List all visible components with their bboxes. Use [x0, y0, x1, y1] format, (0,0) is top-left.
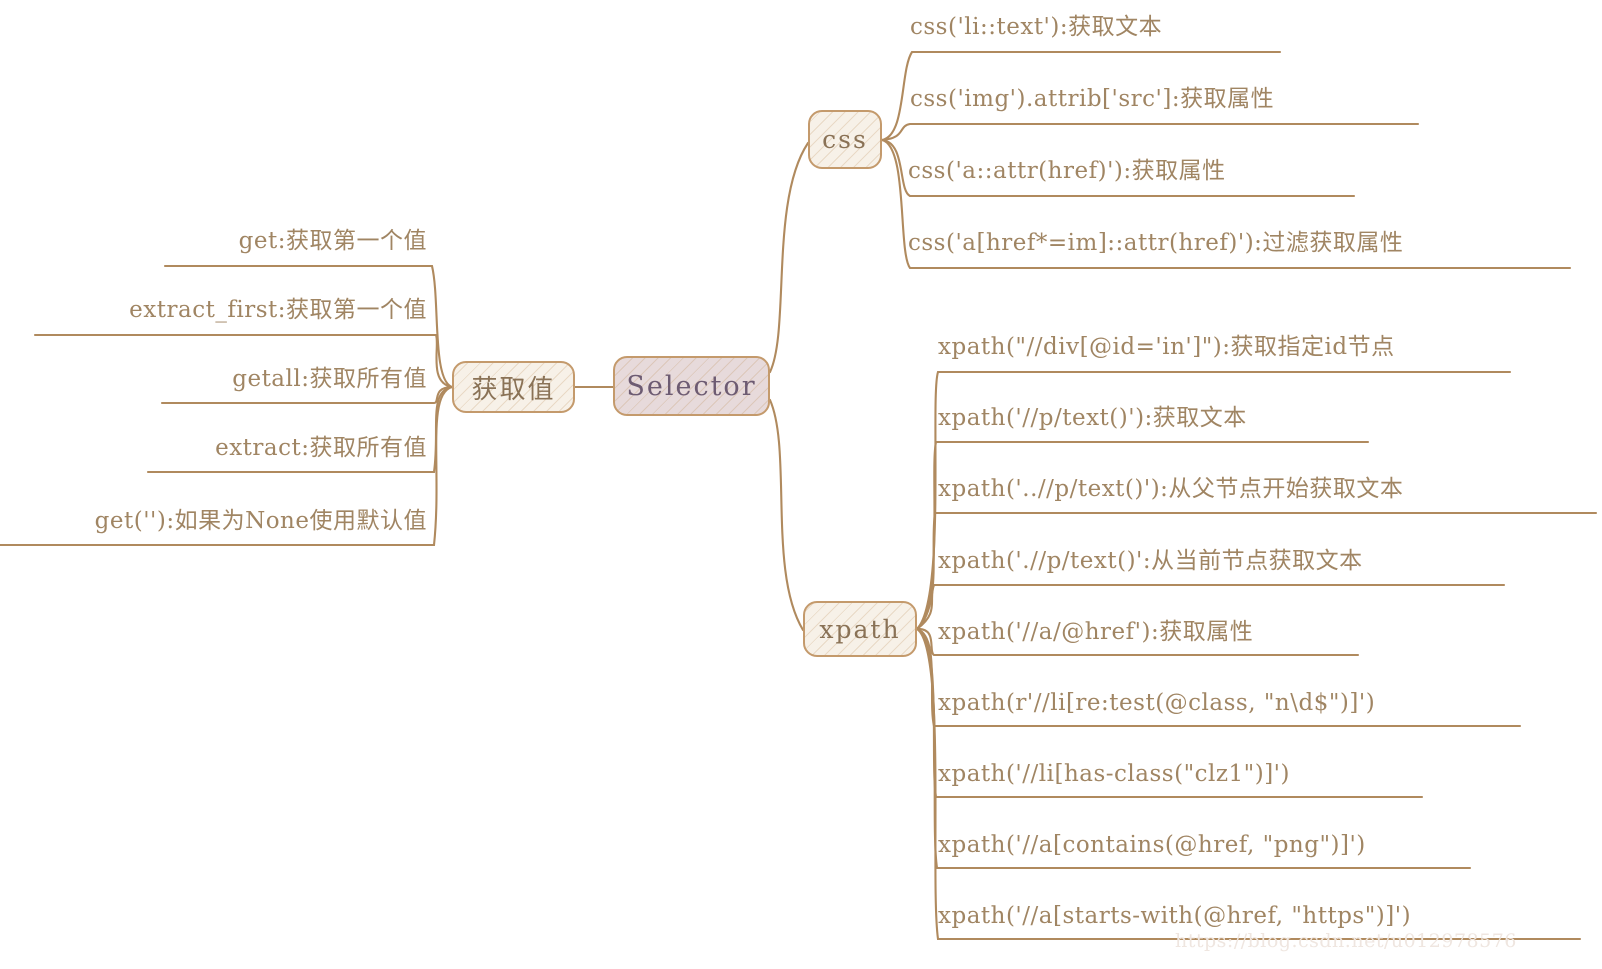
leaf-xpath-6[interactable]: xpath('//li[has-class("clz1")]')	[938, 763, 1290, 786]
leaf-getvalue-1[interactable]: extract_first:获取第一个值	[0, 299, 427, 322]
leaf-getvalue-3[interactable]: extract:获取所有值	[0, 437, 427, 460]
branch-node-getvalue[interactable]: 获取值	[452, 361, 575, 413]
edge-root-to-css	[768, 141, 810, 374]
leaf-xpath-5[interactable]: xpath(r'//li[re:test(@class, "n\d$")]')	[938, 692, 1375, 715]
mindmap-canvas: Selector 获取值 css xpath get:获取第一个值 extrac…	[0, 0, 1602, 969]
edge-root-to-xpath	[768, 398, 805, 632]
leaf-xpath-0[interactable]: xpath("//div[@id='in']"):获取指定id节点	[938, 336, 1395, 359]
leaf-getvalue-2[interactable]: getall:获取所有值	[0, 368, 427, 391]
leaf-xpath-4[interactable]: xpath('//a/@href'):获取属性	[938, 621, 1253, 644]
watermark-text: https://blog.csdn.net/u012978576	[1175, 930, 1517, 952]
edge-css-item-1	[880, 122, 1420, 142]
leaf-xpath-1[interactable]: xpath('//p/text()'):获取文本	[938, 407, 1247, 430]
leaf-getvalue-4[interactable]: get(''):如果为None使用默认值	[0, 510, 427, 533]
root-node-selector[interactable]: Selector	[613, 356, 770, 416]
leaf-css-0[interactable]: css('li::text'):获取文本	[910, 16, 1162, 39]
leaf-css-2[interactable]: css('a::attr(href)'):获取属性	[908, 160, 1226, 183]
edge-xpath-item-1	[915, 440, 1370, 631]
leaf-xpath-2[interactable]: xpath('..//p/text()'):从父节点开始获取文本	[938, 478, 1403, 501]
root-node-label: Selector	[626, 370, 757, 402]
branch-node-xpath[interactable]: xpath	[803, 601, 917, 657]
branch-node-getvalue-label: 获取值	[471, 374, 556, 405]
leaf-css-3[interactable]: css('a[href*=im]::attr(href)'):过滤获取属性	[908, 232, 1403, 255]
branch-node-css[interactable]: css	[808, 110, 882, 169]
leaf-xpath-3[interactable]: xpath('.//p/text()':从当前节点获取文本	[938, 550, 1363, 573]
leaf-xpath-7[interactable]: xpath('//a[contains(@href, "png")]')	[938, 834, 1366, 857]
branch-node-css-label: css	[822, 125, 868, 154]
leaf-getvalue-0[interactable]: get:获取第一个值	[0, 230, 427, 253]
leaf-css-1[interactable]: css('img').attrib['src']:获取属性	[910, 88, 1274, 111]
branch-node-xpath-label: xpath	[819, 614, 901, 644]
leaf-xpath-8[interactable]: xpath('//a[starts-with(@href, "https")]'…	[938, 905, 1411, 928]
